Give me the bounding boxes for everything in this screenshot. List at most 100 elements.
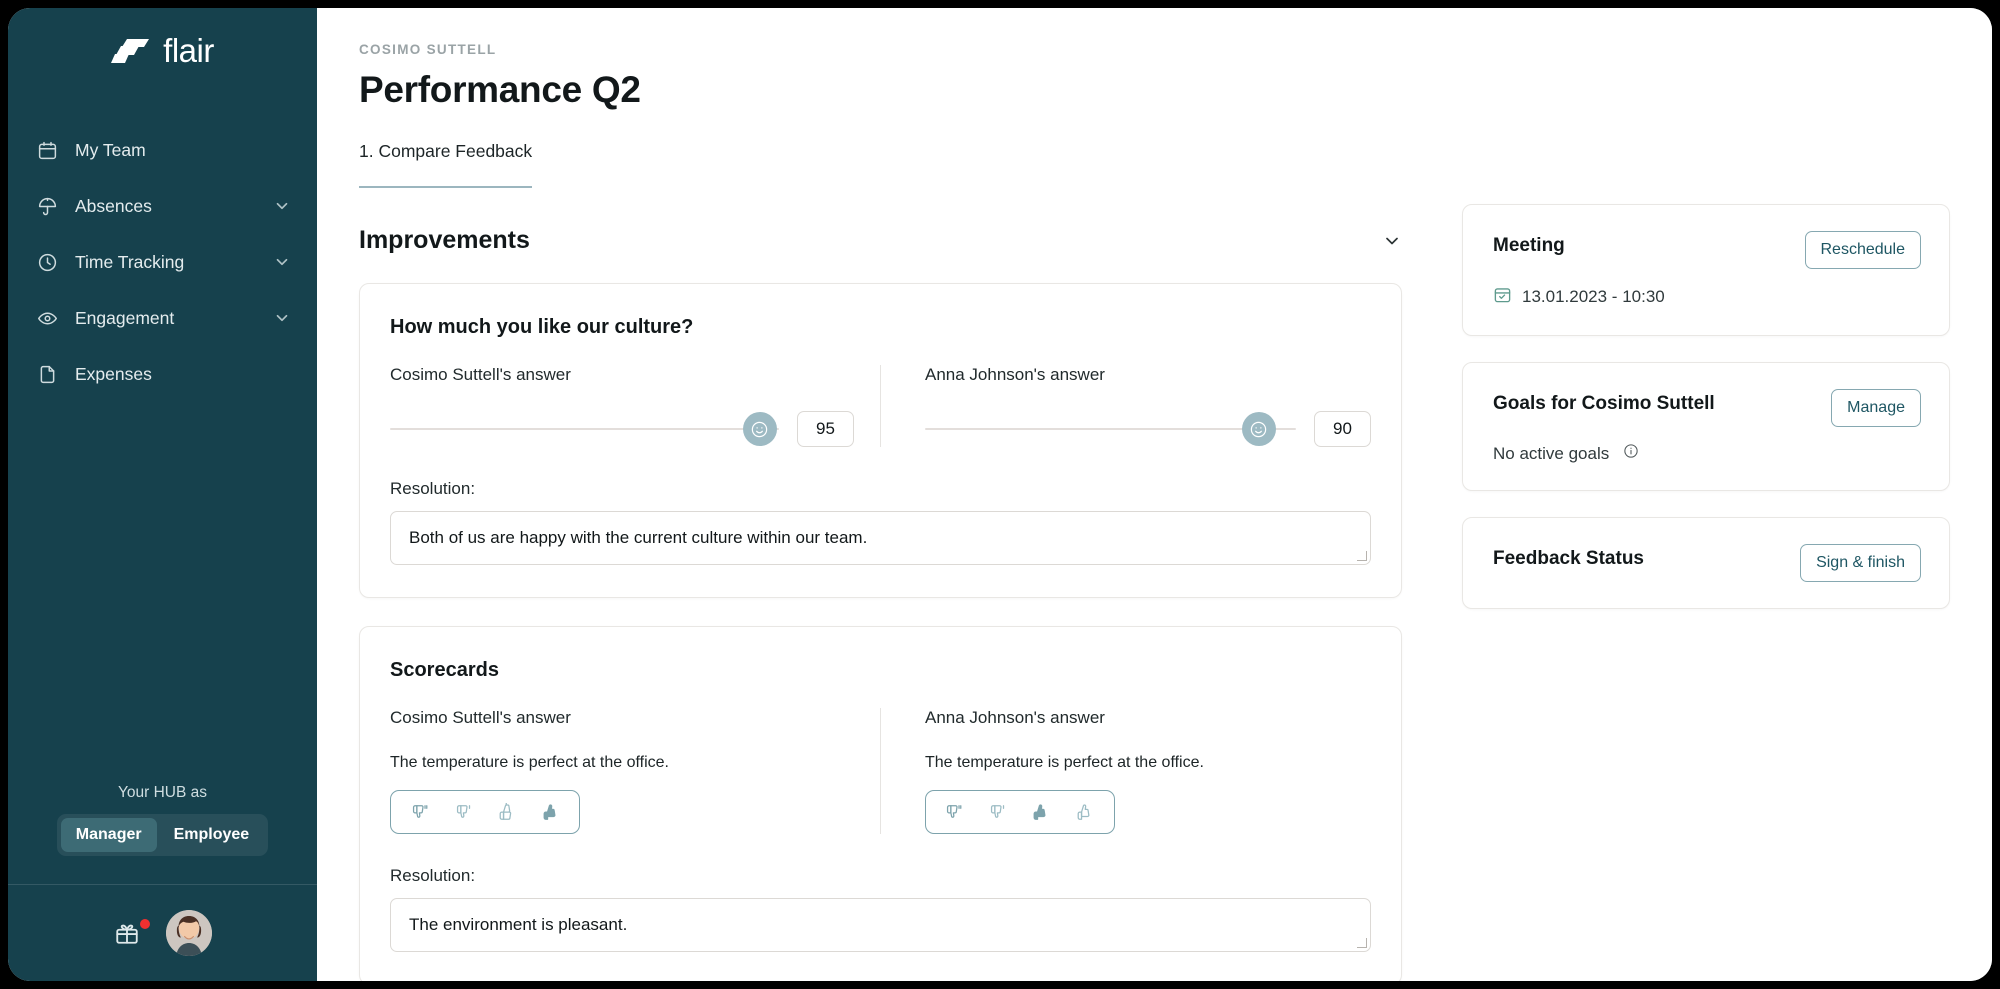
answers-row: Cosimo Suttell's answer [390, 365, 1371, 447]
manage-goals-button[interactable]: Manage [1831, 389, 1921, 427]
resolution-label: Resolution: [390, 479, 1371, 499]
question-title: How much you like our culture? [390, 316, 1371, 339]
sidebar-item-expenses[interactable]: Expenses [8, 346, 317, 402]
rail-card-meeting: Meeting Reschedule 13.01.2023 - 10:30 [1462, 204, 1950, 336]
section-title: Improvements [359, 226, 1382, 255]
gift-icon[interactable] [114, 920, 140, 946]
main-inner: COSIMO SUTTELL Performance Q2 1. Compare… [317, 8, 1992, 981]
rail-card-feedback-status: Feedback Status Sign & finish [1462, 517, 1950, 609]
sign-and-finish-button[interactable]: Sign & finish [1800, 544, 1921, 582]
avatar[interactable] [166, 910, 212, 956]
hub-toggle-group: Manager Employee [57, 814, 268, 856]
meeting-datetime: 13.01.2023 - 10:30 [1522, 287, 1665, 307]
rail-card-title: Goals for Cosimo Suttell [1493, 389, 1715, 415]
content-column: COSIMO SUTTELL Performance Q2 1. Compare… [317, 8, 1462, 981]
hub-option-employee[interactable]: Employee [159, 818, 265, 852]
answer-column-right: Anna Johnson's answer The temperature is… [881, 708, 1371, 834]
slider-handle-left[interactable] [743, 412, 777, 446]
thumbs-down-icon[interactable] [443, 797, 483, 827]
thumbs-down-double-icon[interactable] [399, 797, 439, 827]
slider-row: 90 [925, 411, 1371, 447]
rail-card-header: Goals for Cosimo Suttell Manage [1493, 389, 1921, 427]
resolution-textarea-scorecards[interactable]: The environment is pleasant. [390, 898, 1371, 952]
rail-card-title: Meeting [1493, 231, 1565, 257]
answer-column-right: Anna Johnson's answer [881, 365, 1371, 447]
sidebar-item-time-tracking[interactable]: Time Tracking [8, 234, 317, 290]
sidebar-spacer [8, 402, 317, 784]
sidebar-item-label: Engagement [75, 308, 273, 329]
rail-card-title: Feedback Status [1493, 544, 1644, 570]
sidebar: flair My Team Absences [8, 8, 317, 981]
brand-name: flair [163, 32, 214, 70]
right-rail: Meeting Reschedule 13.01.2023 - 10:30 [1462, 8, 1992, 981]
umbrella-icon [36, 195, 58, 217]
resolution-textarea-culture[interactable]: Both of us are happy with the current cu… [390, 511, 1371, 565]
brand-logo[interactable]: flair [8, 8, 317, 88]
goals-status-row: No active goals [1493, 443, 1921, 464]
clock-icon [36, 251, 58, 273]
thumbs-down-icon[interactable] [978, 797, 1018, 827]
meeting-datetime-row: 13.01.2023 - 10:30 [1493, 285, 1921, 309]
hub-switcher: Your HUB as Manager Employee [8, 784, 317, 856]
hub-label: Your HUB as [118, 784, 207, 802]
chevron-down-icon[interactable] [273, 309, 291, 327]
thumbs-up-double-icon[interactable] [531, 797, 571, 827]
answer-owner-label: Cosimo Suttell's answer [390, 365, 854, 385]
reschedule-button[interactable]: Reschedule [1805, 231, 1922, 269]
answer-owner-label: Anna Johnson's answer [925, 708, 1371, 728]
question-card-culture: How much you like our culture? Cosimo Su… [359, 283, 1402, 598]
tab-bar: 1. Compare Feedback [359, 141, 1462, 188]
slider-rail [390, 428, 779, 430]
chevron-down-icon[interactable] [1382, 231, 1402, 251]
slider-track-left[interactable] [390, 412, 779, 446]
section-header-improvements: Improvements [359, 226, 1462, 255]
thumbs-up-icon[interactable] [1022, 797, 1062, 827]
flair-logo-icon [111, 36, 153, 66]
thumbs-group-right [925, 790, 1115, 834]
question-title: Scorecards [390, 659, 1371, 682]
sidebar-nav: My Team Absences Ti [8, 122, 317, 402]
answer-column-left: Cosimo Suttell's answer [390, 365, 880, 447]
sidebar-item-my-team[interactable]: My Team [8, 122, 317, 178]
tab-compare-feedback[interactable]: 1. Compare Feedback [359, 141, 532, 188]
info-icon[interactable] [1623, 443, 1639, 464]
answer-owner-label: Anna Johnson's answer [925, 365, 1371, 385]
sidebar-item-label: Time Tracking [75, 252, 273, 273]
answers-row: Cosimo Suttell's answer The temperature … [390, 708, 1371, 834]
sidebar-item-engagement[interactable]: Engagement [8, 290, 317, 346]
main-content: COSIMO SUTTELL Performance Q2 1. Compare… [317, 8, 1992, 981]
slider-value-left[interactable]: 95 [797, 411, 854, 447]
page-title: Performance Q2 [359, 69, 1462, 111]
sidebar-footer [8, 885, 317, 981]
sidebar-item-label: Absences [75, 196, 273, 217]
sidebar-item-absences[interactable]: Absences [8, 178, 317, 234]
answer-column-left: Cosimo Suttell's answer The temperature … [390, 708, 880, 834]
breadcrumb: COSIMO SUTTELL [359, 42, 1462, 57]
rail-card-goals: Goals for Cosimo Suttell Manage No activ… [1462, 362, 1950, 491]
sidebar-item-label: Expenses [75, 364, 291, 385]
slider-handle-right[interactable] [1242, 412, 1276, 446]
calendar-check-icon [1493, 285, 1512, 309]
rail-card-header: Feedback Status Sign & finish [1493, 544, 1921, 582]
app-window: flair My Team Absences [8, 8, 1992, 981]
chevron-down-icon[interactable] [273, 253, 291, 271]
thumbs-up-icon[interactable] [487, 797, 527, 827]
notification-dot [140, 919, 150, 929]
hub-option-manager[interactable]: Manager [61, 818, 157, 852]
rail-card-header: Meeting Reschedule [1493, 231, 1921, 269]
resolution-label: Resolution: [390, 866, 1371, 886]
goals-status-text: No active goals [1493, 444, 1609, 464]
document-icon [36, 363, 58, 385]
calendar-icon [36, 139, 58, 161]
slider-row: 95 [390, 411, 854, 447]
chevron-down-icon[interactable] [273, 197, 291, 215]
thumbs-down-double-icon[interactable] [934, 797, 974, 827]
slider-track-right[interactable] [925, 412, 1296, 446]
eye-icon [36, 307, 58, 329]
slider-value-right[interactable]: 90 [1314, 411, 1371, 447]
thumbs-up-double-icon[interactable] [1066, 797, 1106, 827]
thumbs-group-left [390, 790, 580, 834]
question-card-scorecards: Scorecards Cosimo Suttell's answer The t… [359, 626, 1402, 981]
answer-text: The temperature is perfect at the office… [925, 754, 1371, 772]
sidebar-item-label: My Team [75, 140, 291, 161]
